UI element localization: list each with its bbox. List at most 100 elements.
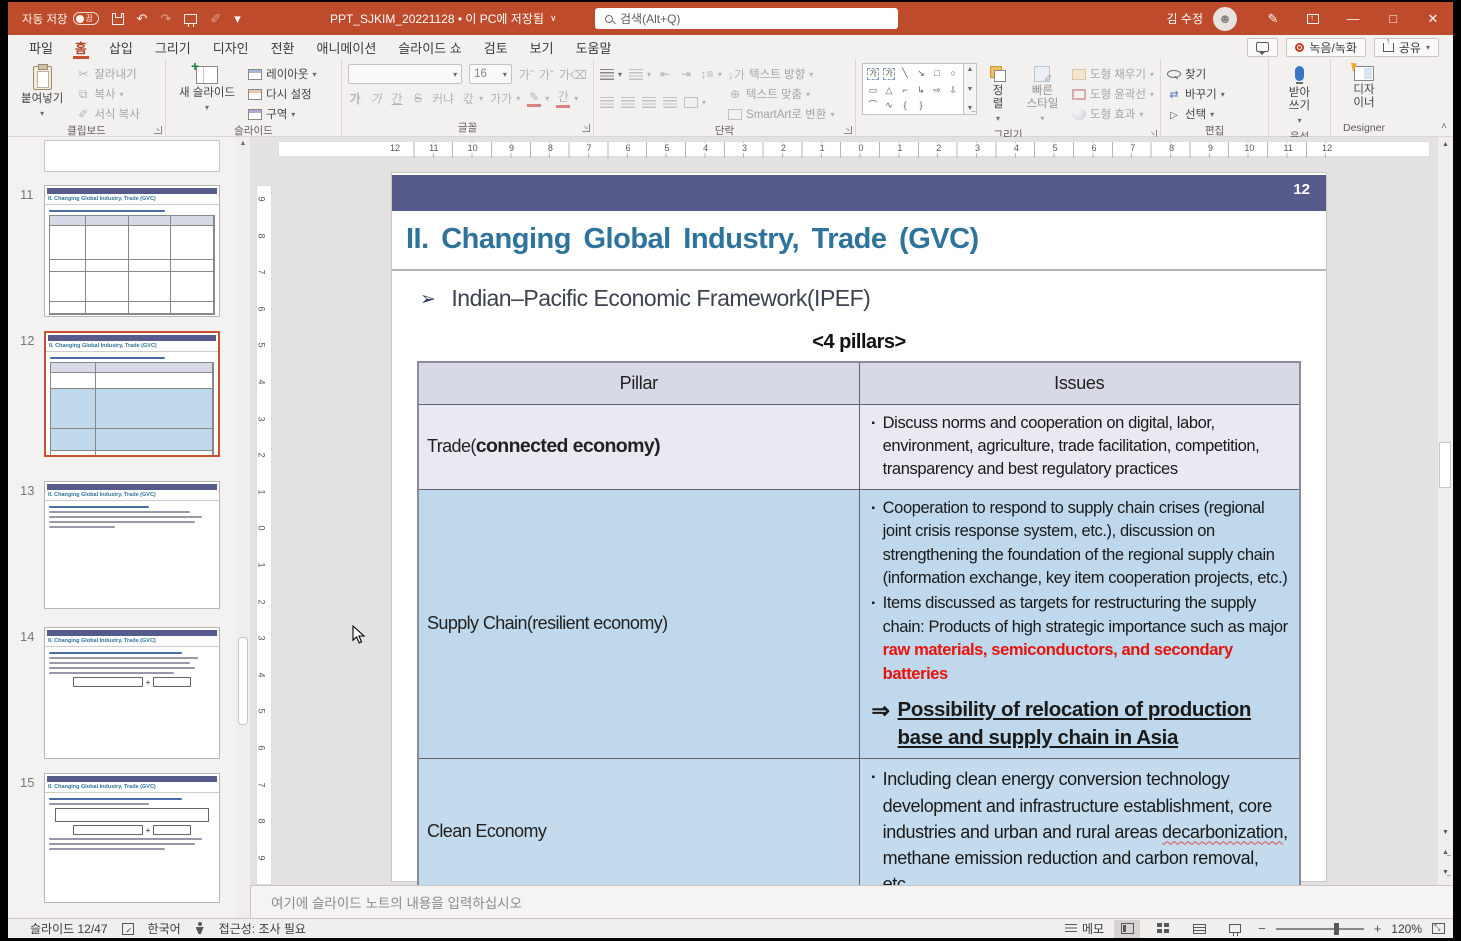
zoom-out-button[interactable]: − (1258, 921, 1266, 936)
slide-sorter-view-button[interactable] (1150, 920, 1176, 938)
shape-fill-button[interactable]: 도형 채우기▾ (1072, 65, 1154, 83)
close-button[interactable]: ✕ (1413, 2, 1453, 35)
pillar-cell[interactable]: Trade(connected economy) (418, 404, 859, 489)
tab-review[interactable]: 검토 (473, 35, 519, 59)
scroll-thumb[interactable] (1439, 442, 1451, 488)
language-indicator[interactable]: 한국어 (148, 920, 181, 937)
thumbnail-scroll-up-icon[interactable]: ▲ (236, 137, 250, 151)
tab-help[interactable]: 도움말 (565, 35, 623, 59)
find-button[interactable]: 찾기 (1167, 65, 1225, 83)
tab-animations[interactable]: 애니메이션 (306, 35, 388, 59)
smartart-button[interactable]: SmartArt로 변환▾ (728, 105, 834, 123)
fit-to-window-icon[interactable] (1432, 923, 1445, 934)
section-button[interactable]: 구역▾ (248, 105, 316, 123)
italic-button[interactable]: 가 (369, 89, 383, 107)
slide-title-banner[interactable] (392, 175, 1326, 211)
underline-button[interactable]: 간 (390, 89, 404, 107)
numbering-button[interactable]: ▾ (629, 65, 651, 83)
spellcheck-icon[interactable] (122, 923, 134, 935)
slide-title[interactable]: II. Changing Global Industry, Trade (GVC… (406, 223, 979, 256)
zoom-level[interactable]: 120% (1391, 922, 1422, 936)
justify-button[interactable] (663, 93, 677, 111)
normal-view-button[interactable] (1114, 920, 1140, 938)
shape-glyph[interactable]: } (919, 100, 922, 110)
tab-design[interactable]: 디자인 (202, 35, 260, 59)
copy-button[interactable]: ⧉복사▾ (76, 85, 140, 103)
shape-glyph[interactable]: ▭ (869, 85, 878, 95)
maximize-button[interactable]: □ (1373, 2, 1413, 35)
clipboard-dialog-launcher-icon[interactable] (154, 126, 162, 134)
issues-cell[interactable]: ▪Including clean energy conversion techn… (859, 759, 1300, 904)
avatar[interactable]: ☻ (1213, 7, 1237, 31)
font-family-combo[interactable]: ▾ (348, 64, 462, 84)
collapse-ribbon-icon[interactable]: ˄ (1441, 121, 1447, 132)
shape-glyph[interactable]: □ (934, 68, 939, 80)
pillar-cell[interactable]: Supply Chain(resilient economy) (418, 489, 859, 759)
next-slide-button[interactable]: ▼̲ (1438, 865, 1453, 880)
ipef-pillars-table[interactable]: PillarIssuesTrade(connected economy)▪Dis… (417, 361, 1301, 918)
start-slideshow-icon[interactable] (184, 14, 197, 24)
arrange-button[interactable]: 정렬 ▾ (983, 63, 1013, 127)
accessibility-status[interactable]: 접근성: 조사 필요 (219, 920, 306, 937)
shapes-gallery[interactable]: 가가╲↘□○▭△⌐↳⇨⇩⌒∿{} (862, 63, 964, 115)
designer-button[interactable]: 디자 이너 (1342, 63, 1386, 113)
customize-qat-icon[interactable]: ▾ (234, 12, 241, 25)
layout-button[interactable]: 레이아웃▾ (248, 65, 316, 83)
vertical-scrollbar[interactable]: ▲ ▼ ▲̲ ▼̲ (1438, 137, 1453, 885)
record-button[interactable]: 녹음/녹화 (1286, 38, 1366, 57)
reading-view-button[interactable] (1186, 920, 1212, 938)
shape-glyph[interactable]: ⇨ (933, 85, 941, 95)
tab-home[interactable]: 홈 (64, 35, 98, 59)
table-row-supply[interactable]: Supply Chain(resilient economy)▪Cooperat… (418, 489, 1300, 759)
slide-thumbnail-11[interactable]: 11II. Changing Global Industry, Trade (G… (8, 185, 250, 317)
zoom-slider-thumb[interactable] (1334, 923, 1339, 935)
dictate-button[interactable]: 받아 쓰기 ▾ (1276, 63, 1324, 129)
notes-pane[interactable]: 여기에 슬라이드 노트의 내용을 입력하십시오 (250, 885, 1453, 918)
shape-glyph[interactable]: 가 (867, 68, 878, 80)
pillars-caption[interactable]: <4 pillars> (392, 331, 1326, 354)
autosave-toggle[interactable]: 자동 저장 끔 (22, 11, 99, 27)
slide-canvas[interactable]: 12 II. Changing Global Industry, Trade (… (392, 173, 1326, 881)
previous-slide-button[interactable]: ▲̲ (1438, 845, 1453, 860)
user-name[interactable]: 김 수정 (1167, 10, 1203, 27)
slide-thumbnail-12[interactable]: 12II. Changing Global Industry, Trade (G… (8, 331, 250, 457)
cut-button[interactable]: ✂잘라내기 (76, 65, 140, 83)
bold-button[interactable]: 가 (348, 89, 362, 107)
share-button[interactable]: 공유▾ (1374, 38, 1439, 57)
comment-button[interactable] (1247, 38, 1278, 57)
reset-button[interactable]: 다시 설정 (248, 85, 316, 103)
minimize-button[interactable]: — (1333, 2, 1373, 35)
shape-glyph[interactable]: 가 (883, 68, 894, 80)
scroll-up-icon[interactable]: ▲ (1438, 137, 1453, 152)
tab-view[interactable]: 보기 (519, 35, 565, 59)
ribbon-display-options-icon[interactable] (1293, 2, 1333, 35)
slide-thumbnail-14[interactable]: 14II. Changing Global Industry, Trade (G… (8, 627, 250, 759)
pillar-cell[interactable]: Clean Economy (418, 759, 859, 904)
format-painter-button[interactable]: ✐서식 복사 (76, 105, 140, 123)
align-center-button[interactable] (621, 93, 635, 111)
scroll-down-icon[interactable]: ▼ (1438, 825, 1453, 840)
title-chevron-icon[interactable]: ∨ (550, 13, 557, 24)
font-color-button[interactable]: 간▾ (556, 89, 578, 107)
select-button[interactable]: 선택▾ (1167, 105, 1225, 123)
shape-glyph[interactable]: ↳ (917, 85, 925, 95)
thumbnail-scroll-thumb[interactable] (238, 637, 248, 725)
shape-glyph[interactable]: ╲ (902, 68, 907, 80)
tab-slideshow[interactable]: 슬라이드 쇼 (387, 35, 472, 59)
columns-button[interactable]: ▾ (684, 93, 706, 111)
tab-file[interactable]: 파일 (18, 35, 64, 59)
shape-glyph[interactable]: { (903, 100, 906, 110)
shape-glyph[interactable]: ⌒ (868, 100, 877, 110)
table-row-trade[interactable]: Trade(connected economy)▪Discuss norms a… (418, 404, 1300, 489)
grow-font-button[interactable]: 가ˆ (519, 65, 534, 83)
shapes-gallery-scroll[interactable]: ▲▼▼̲ (964, 63, 977, 115)
paragraph-dialog-launcher-icon[interactable] (844, 126, 852, 134)
slide-bullet[interactable]: ➢ Indian–Pacific Economic Framework(IPEF… (420, 285, 870, 312)
new-slide-button[interactable]: 새 슬라이드 ▾ (172, 63, 242, 115)
shape-glyph[interactable]: ∿ (885, 100, 893, 110)
align-right-button[interactable] (642, 93, 656, 111)
shape-outline-button[interactable]: 도형 윤곽선▾ (1072, 85, 1154, 103)
font-size-combo[interactable]: 16▾ (469, 64, 512, 84)
save-icon[interactable] (112, 13, 124, 25)
replace-button[interactable]: 바꾸기▾ (1167, 85, 1225, 103)
